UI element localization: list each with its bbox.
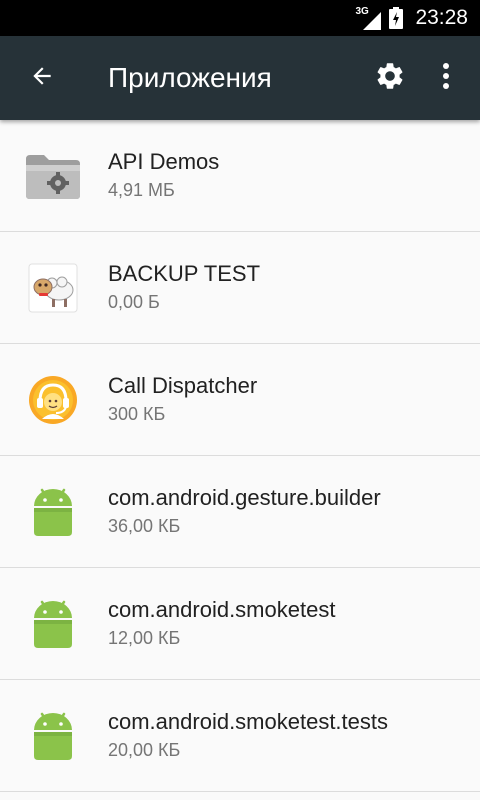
app-size: 300 КБ (108, 404, 166, 424)
list-item[interactable]: BACKUP TEST 0,00 Б (0, 232, 480, 344)
app-name: com.android.smoketest.tests (108, 709, 389, 734)
more-options-button[interactable] (428, 54, 464, 102)
folder-gear-icon (24, 147, 82, 205)
app-list: API Demos 4,91 МБ BACKUP TEST 0,00 Б Cal… (0, 120, 480, 792)
list-item[interactable]: API Demos 4,91 МБ (0, 120, 480, 232)
android-icon (24, 483, 82, 541)
android-icon (24, 595, 82, 653)
more-vert-icon (442, 62, 450, 95)
android-icon (24, 707, 82, 765)
headset-operator-icon (24, 371, 82, 429)
list-item[interactable]: com.android.smoketest 12,00 КБ (0, 568, 480, 680)
app-size: 4,91 МБ (108, 180, 175, 200)
clock: 23:28 (415, 6, 468, 29)
app-size: 0,00 Б (108, 292, 160, 312)
network-indicator: 3G (355, 6, 382, 30)
sheep-icon (24, 259, 82, 317)
app-bar: Приложения (0, 36, 480, 120)
page-title: Приложения (108, 62, 272, 93)
list-item[interactable]: com.android.gesture.builder 36,00 КБ (0, 456, 480, 568)
signal-strength-icon (363, 12, 382, 30)
app-name: BACKUP TEST (108, 261, 261, 286)
list-item[interactable]: com.android.smoketest.tests 20,00 КБ (0, 680, 480, 792)
gear-icon (374, 60, 406, 97)
app-name: API Demos (108, 149, 220, 174)
back-button[interactable] (14, 50, 70, 106)
app-name: Call Dispatcher (108, 373, 258, 398)
app-size: 20,00 КБ (108, 740, 181, 760)
app-name: com.android.smoketest (108, 597, 336, 622)
settings-button[interactable] (366, 54, 414, 102)
battery-charging-icon (389, 7, 404, 29)
status-bar: 3G 23:28 (0, 0, 480, 36)
app-size: 36,00 КБ (108, 516, 181, 536)
app-name: com.android.gesture.builder (108, 485, 381, 510)
list-item[interactable]: Call Dispatcher 300 КБ (0, 344, 480, 456)
app-size: 12,00 КБ (108, 628, 181, 648)
arrow-back-icon (29, 63, 55, 94)
